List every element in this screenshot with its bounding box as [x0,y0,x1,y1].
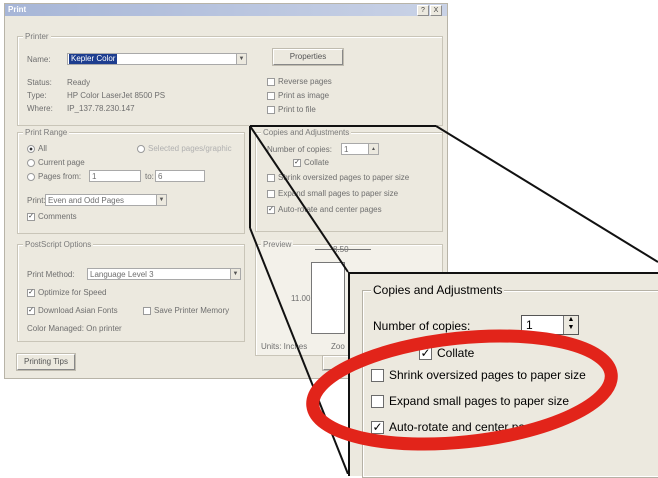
highlight-ellipse [306,329,618,451]
highlight-overlay [306,329,618,451]
